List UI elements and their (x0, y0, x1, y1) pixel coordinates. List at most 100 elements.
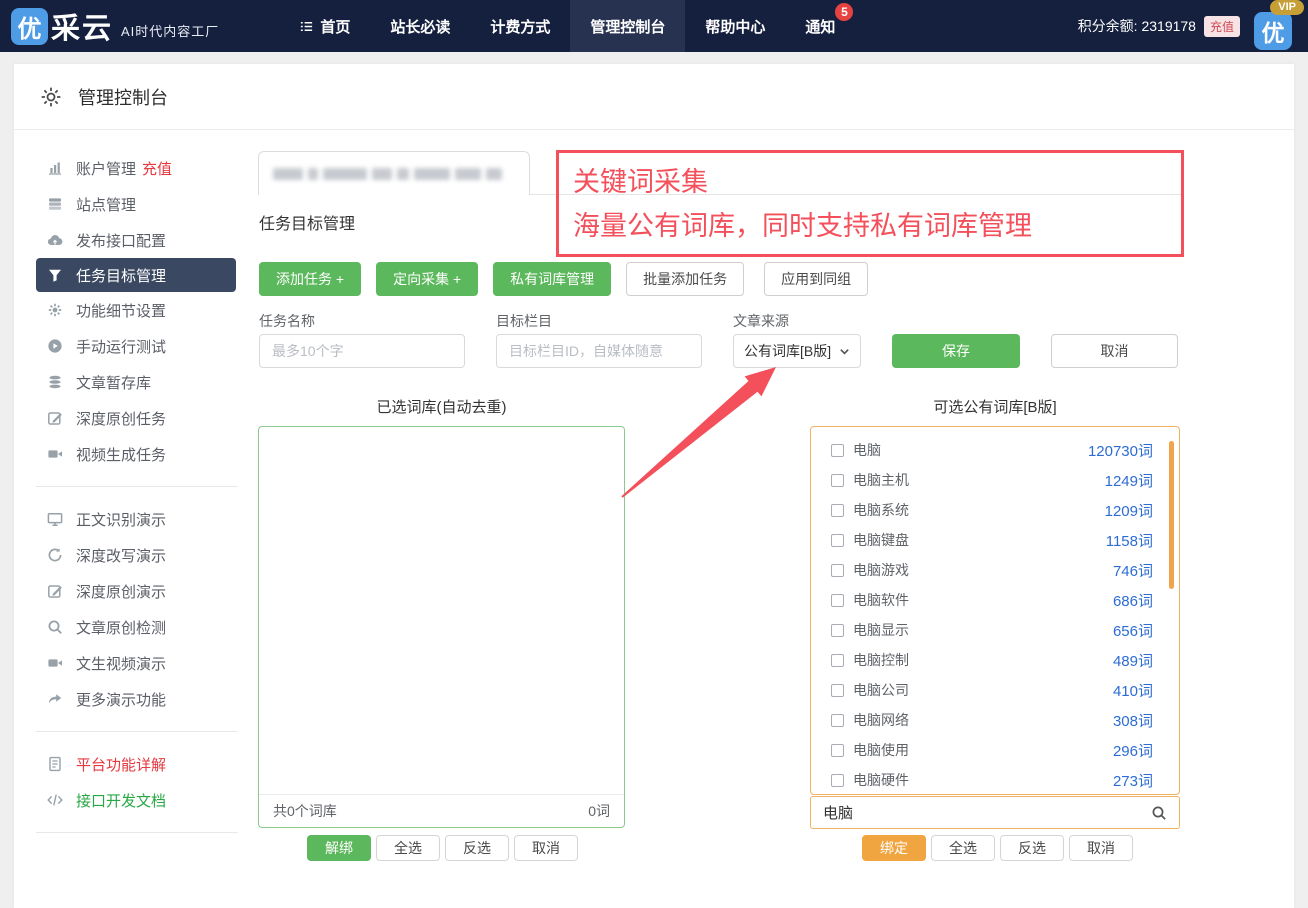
wordlist-row[interactable]: 电脑硬件273词 (811, 765, 1179, 795)
edit-icon (47, 410, 63, 426)
article-source-select[interactable]: 公有词库[B版] (733, 334, 861, 368)
sidebar-item-文章原创检测[interactable]: 文章原创检测 (14, 609, 258, 645)
nav-item-帮助中心[interactable]: 帮助中心 (685, 0, 785, 52)
nav-item-站长必读[interactable]: 站长必读 (370, 0, 470, 52)
save-button[interactable]: 保存 (892, 334, 1020, 368)
panel-button-绑定[interactable]: 绑定 (862, 835, 926, 861)
toolbar-button-应用到同组[interactable]: 应用到同组 (764, 262, 868, 296)
sidebar-item-接口开发文档[interactable]: 接口开发文档 (14, 782, 258, 818)
nav-item-首页[interactable]: 首页 (279, 0, 370, 52)
sidebar-item-label: 文章暂存库 (76, 372, 151, 393)
wordlist-row[interactable]: 电脑游戏746词 (811, 555, 1179, 585)
selected-panel-footer: 共0个词库 0词 (259, 794, 624, 827)
toolbar-button-私有词库管理[interactable]: 私有词库管理 (493, 262, 611, 296)
panel-button-反选[interactable]: 反选 (445, 835, 509, 861)
selected-panel-title: 已选词库(自动去重) (258, 396, 625, 417)
page-title: 管理控制台 (78, 84, 168, 110)
scrollbar-thumb[interactable] (1169, 441, 1174, 589)
logo-mark: 优 (11, 8, 48, 45)
wordlist-name: 电脑游戏 (853, 560, 909, 580)
wordlist-row[interactable]: 电脑使用296词 (811, 735, 1179, 765)
nav-item-label: 帮助中心 (705, 16, 765, 37)
toolbar-button-批量添加任务[interactable]: 批量添加任务 (626, 262, 744, 296)
wordlist-checkbox[interactable] (831, 744, 844, 757)
selected-word-total: 0词 (588, 801, 610, 821)
content-card: 管理控制台 账户管理充值站点管理发布接口配置任务目标管理功能细节设置手动运行测试… (14, 64, 1294, 908)
panel-button-反选[interactable]: 反选 (1000, 835, 1064, 861)
wordlist-row[interactable]: 电脑公司410词 (811, 675, 1179, 705)
sidebar-item-正文识别演示[interactable]: 正文识别演示 (14, 501, 258, 537)
panel-button-取消[interactable]: 取消 (1069, 835, 1133, 861)
toolbar-button-定向采集[interactable]: 定向采集 + (376, 262, 478, 296)
cancel-button[interactable]: 取消 (1051, 334, 1178, 368)
wordlist-count: 1158词 (1106, 530, 1153, 551)
sidebar-item-label: 深度改写演示 (76, 545, 166, 566)
vip-badge: VIP (1270, 0, 1304, 15)
sidebar-item-手动运行测试[interactable]: 手动运行测试 (14, 328, 258, 364)
sidebar-item-平台功能详解[interactable]: 平台功能详解 (14, 746, 258, 782)
redacted-text (414, 168, 450, 180)
wordlist-count: 273词 (1113, 770, 1153, 791)
panel-button-全选[interactable]: 全选 (376, 835, 440, 861)
wordlist-checkbox[interactable] (831, 474, 844, 487)
sidebar-item-功能细节设置[interactable]: 功能细节设置 (14, 292, 258, 328)
sidebar-item-站点管理[interactable]: 站点管理 (14, 186, 258, 222)
nav-item-计费方式[interactable]: 计费方式 (470, 0, 570, 52)
wordlist-checkbox[interactable] (831, 774, 844, 787)
panel-button-解绑[interactable]: 解绑 (307, 835, 371, 861)
toolbar-button-添加任务[interactable]: 添加任务 + (259, 262, 361, 296)
wordlist-row[interactable]: 电脑控制489词 (811, 645, 1179, 675)
wordlist-checkbox[interactable] (831, 564, 844, 577)
wordlist-row[interactable]: 电脑主机1249词 (811, 465, 1179, 495)
article-source-label: 文章来源 (733, 311, 789, 331)
wordlist-row[interactable]: 电脑软件686词 (811, 585, 1179, 615)
wordlist-row[interactable]: 电脑键盘1158词 (811, 525, 1179, 555)
panel-button-全选[interactable]: 全选 (931, 835, 995, 861)
navbar-menu: 首页站长必读计费方式管理控制台帮助中心通知5 (279, 0, 855, 52)
sidebar-item-更多演示功能[interactable]: 更多演示功能 (14, 681, 258, 717)
sidebar-item-深度原创演示[interactable]: 深度原创演示 (14, 573, 258, 609)
sidebar-item-深度原创任务[interactable]: 深度原创任务 (14, 400, 258, 436)
search-icon[interactable] (1151, 805, 1167, 821)
sidebar-item-深度改写演示[interactable]: 深度改写演示 (14, 537, 258, 573)
user-avatar-wrap: 优 VIP (1254, 0, 1298, 52)
sidebar-item-label: 账户管理 (76, 158, 136, 179)
wordlist-checkbox[interactable] (831, 714, 844, 727)
sidebar-item-任务目标管理[interactable]: 任务目标管理 (36, 258, 236, 292)
recharge-button[interactable]: 充值 (1204, 16, 1240, 37)
nav-item-管理控制台[interactable]: 管理控制台 (570, 0, 685, 52)
app-logo[interactable]: 优 采云 AI时代内容工厂 (11, 5, 219, 47)
toolbar: 添加任务 + 定向采集 + 私有词库管理批量添加任务应用到同组 (259, 262, 888, 296)
wordlist-count: 1249词 (1105, 470, 1153, 491)
wordlist-checkbox[interactable] (831, 654, 844, 667)
wordlist-search-input[interactable] (811, 804, 1151, 821)
wordlist-checkbox[interactable] (831, 534, 844, 547)
sidebar-item-账户管理[interactable]: 账户管理充值 (14, 150, 258, 186)
wordlist-count: 120730词 (1088, 440, 1153, 461)
wordlist-checkbox[interactable] (831, 504, 844, 517)
wordlist-checkbox[interactable] (831, 624, 844, 637)
wordlist-row[interactable]: 电脑120730词 (811, 435, 1179, 465)
sidebar-item-label: 站点管理 (76, 194, 136, 215)
wordlist-checkbox[interactable] (831, 594, 844, 607)
sidebar-item-文生视频演示[interactable]: 文生视频演示 (14, 645, 258, 681)
wordlist-row[interactable]: 电脑显示656词 (811, 615, 1179, 645)
sidebar-item-label: 正文识别演示 (76, 509, 166, 530)
avatar[interactable]: 优 (1254, 12, 1292, 50)
target-column-input[interactable] (496, 334, 702, 368)
recharge-link[interactable]: 充值 (142, 158, 172, 179)
panel-button-取消[interactable]: 取消 (514, 835, 578, 861)
wordlist-checkbox[interactable] (831, 684, 844, 697)
wordlist-name: 电脑网络 (853, 710, 909, 730)
task-name-input[interactable] (259, 334, 465, 368)
wordlist-count: 308词 (1113, 710, 1153, 731)
sidebar-item-发布接口配置[interactable]: 发布接口配置 (14, 222, 258, 258)
sidebar-item-文章暂存库[interactable]: 文章暂存库 (14, 364, 258, 400)
wordlist-row[interactable]: 电脑网络 308词 (811, 705, 1179, 735)
sidebar-item-视频生成任务[interactable]: 视频生成任务 (14, 436, 258, 472)
sidebar-item-label: 任务目标管理 (76, 265, 166, 286)
redacted-tab[interactable] (258, 151, 530, 195)
wordlist-row[interactable]: 电脑系统1209词 (811, 495, 1179, 525)
wordlist-checkbox[interactable] (831, 444, 844, 457)
nav-item-通知[interactable]: 通知5 (785, 0, 855, 52)
